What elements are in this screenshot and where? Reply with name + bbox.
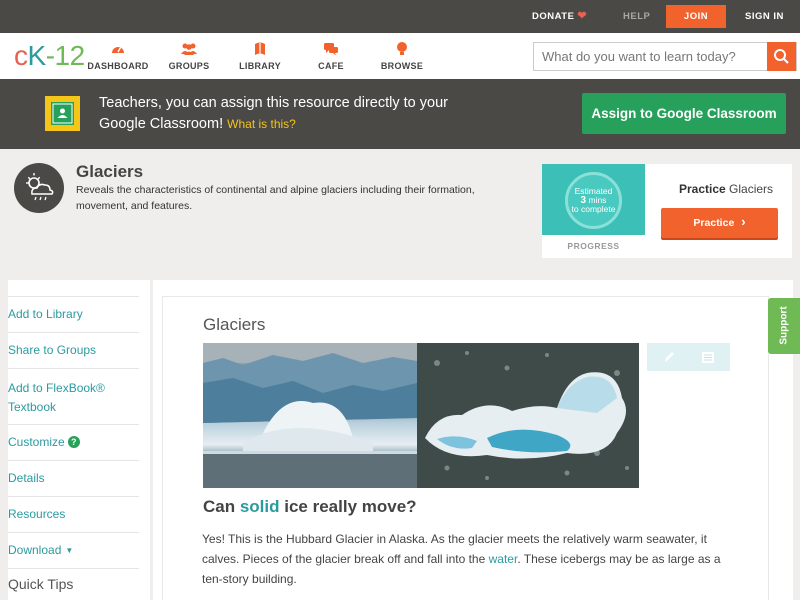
customize-label: Customize: [8, 435, 65, 449]
logo-c: c: [14, 40, 28, 71]
question-heading: Can solid ice really move?: [203, 497, 417, 517]
practice-title-bold: Practice: [678, 182, 726, 196]
ck12-logo[interactable]: cK-12: [14, 42, 85, 70]
classroom-person-icon: [52, 103, 73, 124]
caret-down-icon: ▼: [65, 546, 74, 555]
nav-cafe-label: CAFE: [318, 61, 344, 71]
cafe-icon: [324, 43, 338, 56]
help-icon: ?: [67, 436, 80, 448]
quick-tips-heading: Quick Tips: [8, 576, 74, 592]
sidebar-item-share-to-groups[interactable]: Share to Groups: [8, 332, 139, 368]
main-nav: cK-12 DASHBOARD GROUPS LIBRARY CAFE BROW…: [0, 33, 800, 79]
sidebar-item-resources[interactable]: Resources: [8, 496, 139, 532]
nav-browse[interactable]: BROWSE: [366, 41, 438, 71]
iceberg-photo: [417, 343, 639, 488]
sidebar-item-customize[interactable]: Customize?: [8, 424, 139, 460]
topic-description: Reveals the characteristics of continent…: [76, 184, 475, 212]
top-bar: DONATE ❤ HELP JOIN SIGN IN: [0, 0, 800, 33]
nav-library[interactable]: LIBRARY: [224, 41, 296, 71]
estimate-to-complete: to complete: [571, 204, 616, 214]
google-classroom-icon: [45, 96, 80, 131]
logo-12: -12: [45, 40, 85, 71]
question-highlight: solid: [239, 497, 280, 516]
progress-label: PROGRESS: [567, 241, 620, 251]
heart-icon: ❤: [577, 10, 588, 22]
topic-title: Glaciers: [76, 162, 144, 181]
nav-library-label: LIBRARY: [239, 61, 281, 71]
library-icon: [255, 42, 265, 55]
donate-link[interactable]: DONATE ❤: [532, 0, 587, 33]
google-classroom-banner: Teachers, you can assign this resource d…: [0, 79, 800, 149]
notes-icon[interactable]: [700, 349, 716, 365]
assign-google-classroom-button[interactable]: Assign to Google Classroom: [582, 93, 786, 134]
nav-groups-label: GROUPS: [168, 61, 210, 71]
content-tools: [647, 343, 730, 371]
practice-button-label: Practice: [693, 217, 735, 229]
search-box: [533, 42, 797, 71]
download-label: Download: [8, 543, 62, 557]
browse-icon: [397, 42, 407, 55]
pencil-icon[interactable]: [661, 349, 677, 365]
nav-dashboard-label: DASHBOARD: [87, 61, 149, 71]
groups-icon: [181, 43, 197, 55]
question-pre: Can: [203, 497, 240, 516]
nav-browse-label: BROWSE: [380, 61, 424, 71]
search-button[interactable]: [767, 42, 796, 71]
weather-icon: [14, 163, 64, 213]
intro-paragraph: Yes! This is the Hubbard Glacier in Alas…: [202, 529, 742, 589]
estimate-ring: Estimated 3 mins to complete: [565, 172, 622, 229]
question-post: ice really move?: [279, 497, 417, 516]
practice-title: Practice Glaciers: [660, 182, 792, 196]
sign-in-link[interactable]: SIGN IN: [745, 0, 784, 33]
sidebar-item-add-to-library[interactable]: Add to Library: [8, 296, 139, 332]
donate-label: DONATE: [532, 11, 575, 22]
help-link[interactable]: HELP: [623, 0, 650, 33]
join-button[interactable]: JOIN: [666, 5, 726, 28]
progress-panel: Estimated 3 mins to complete: [542, 164, 645, 235]
practice-card: Estimated 3 mins to complete PROGRESS Pr…: [542, 164, 792, 258]
support-label: Support: [778, 306, 790, 345]
search-input[interactable]: [534, 43, 768, 70]
water-link[interactable]: water: [489, 552, 518, 566]
glacier-calving-photo: [203, 343, 417, 488]
logo-k: K: [27, 40, 47, 71]
banner-text: Teachers, you can assign this resource d…: [99, 93, 459, 135]
search-icon: [774, 49, 789, 64]
sidebar-item-download[interactable]: Download ▼: [8, 532, 139, 568]
chevron-right-icon: ›: [741, 214, 746, 229]
practice-title-topic: Glaciers: [729, 182, 774, 196]
sidebar-divider: [8, 568, 139, 569]
nav-groups[interactable]: GROUPS: [153, 41, 225, 71]
nav-cafe[interactable]: CAFE: [295, 41, 367, 71]
sidebar-item-add-to-flexbook[interactable]: Add to FlexBook® Textbook: [8, 368, 139, 424]
sidebar-item-details[interactable]: Details: [8, 460, 139, 496]
what-is-this-link[interactable]: What is this?: [227, 117, 296, 131]
practice-button[interactable]: Practice ›: [661, 208, 778, 238]
section-title: Glaciers: [203, 315, 266, 334]
dashboard-icon: [112, 47, 124, 53]
support-tab[interactable]: Support: [768, 298, 800, 354]
nav-dashboard[interactable]: DASHBOARD: [82, 41, 154, 71]
